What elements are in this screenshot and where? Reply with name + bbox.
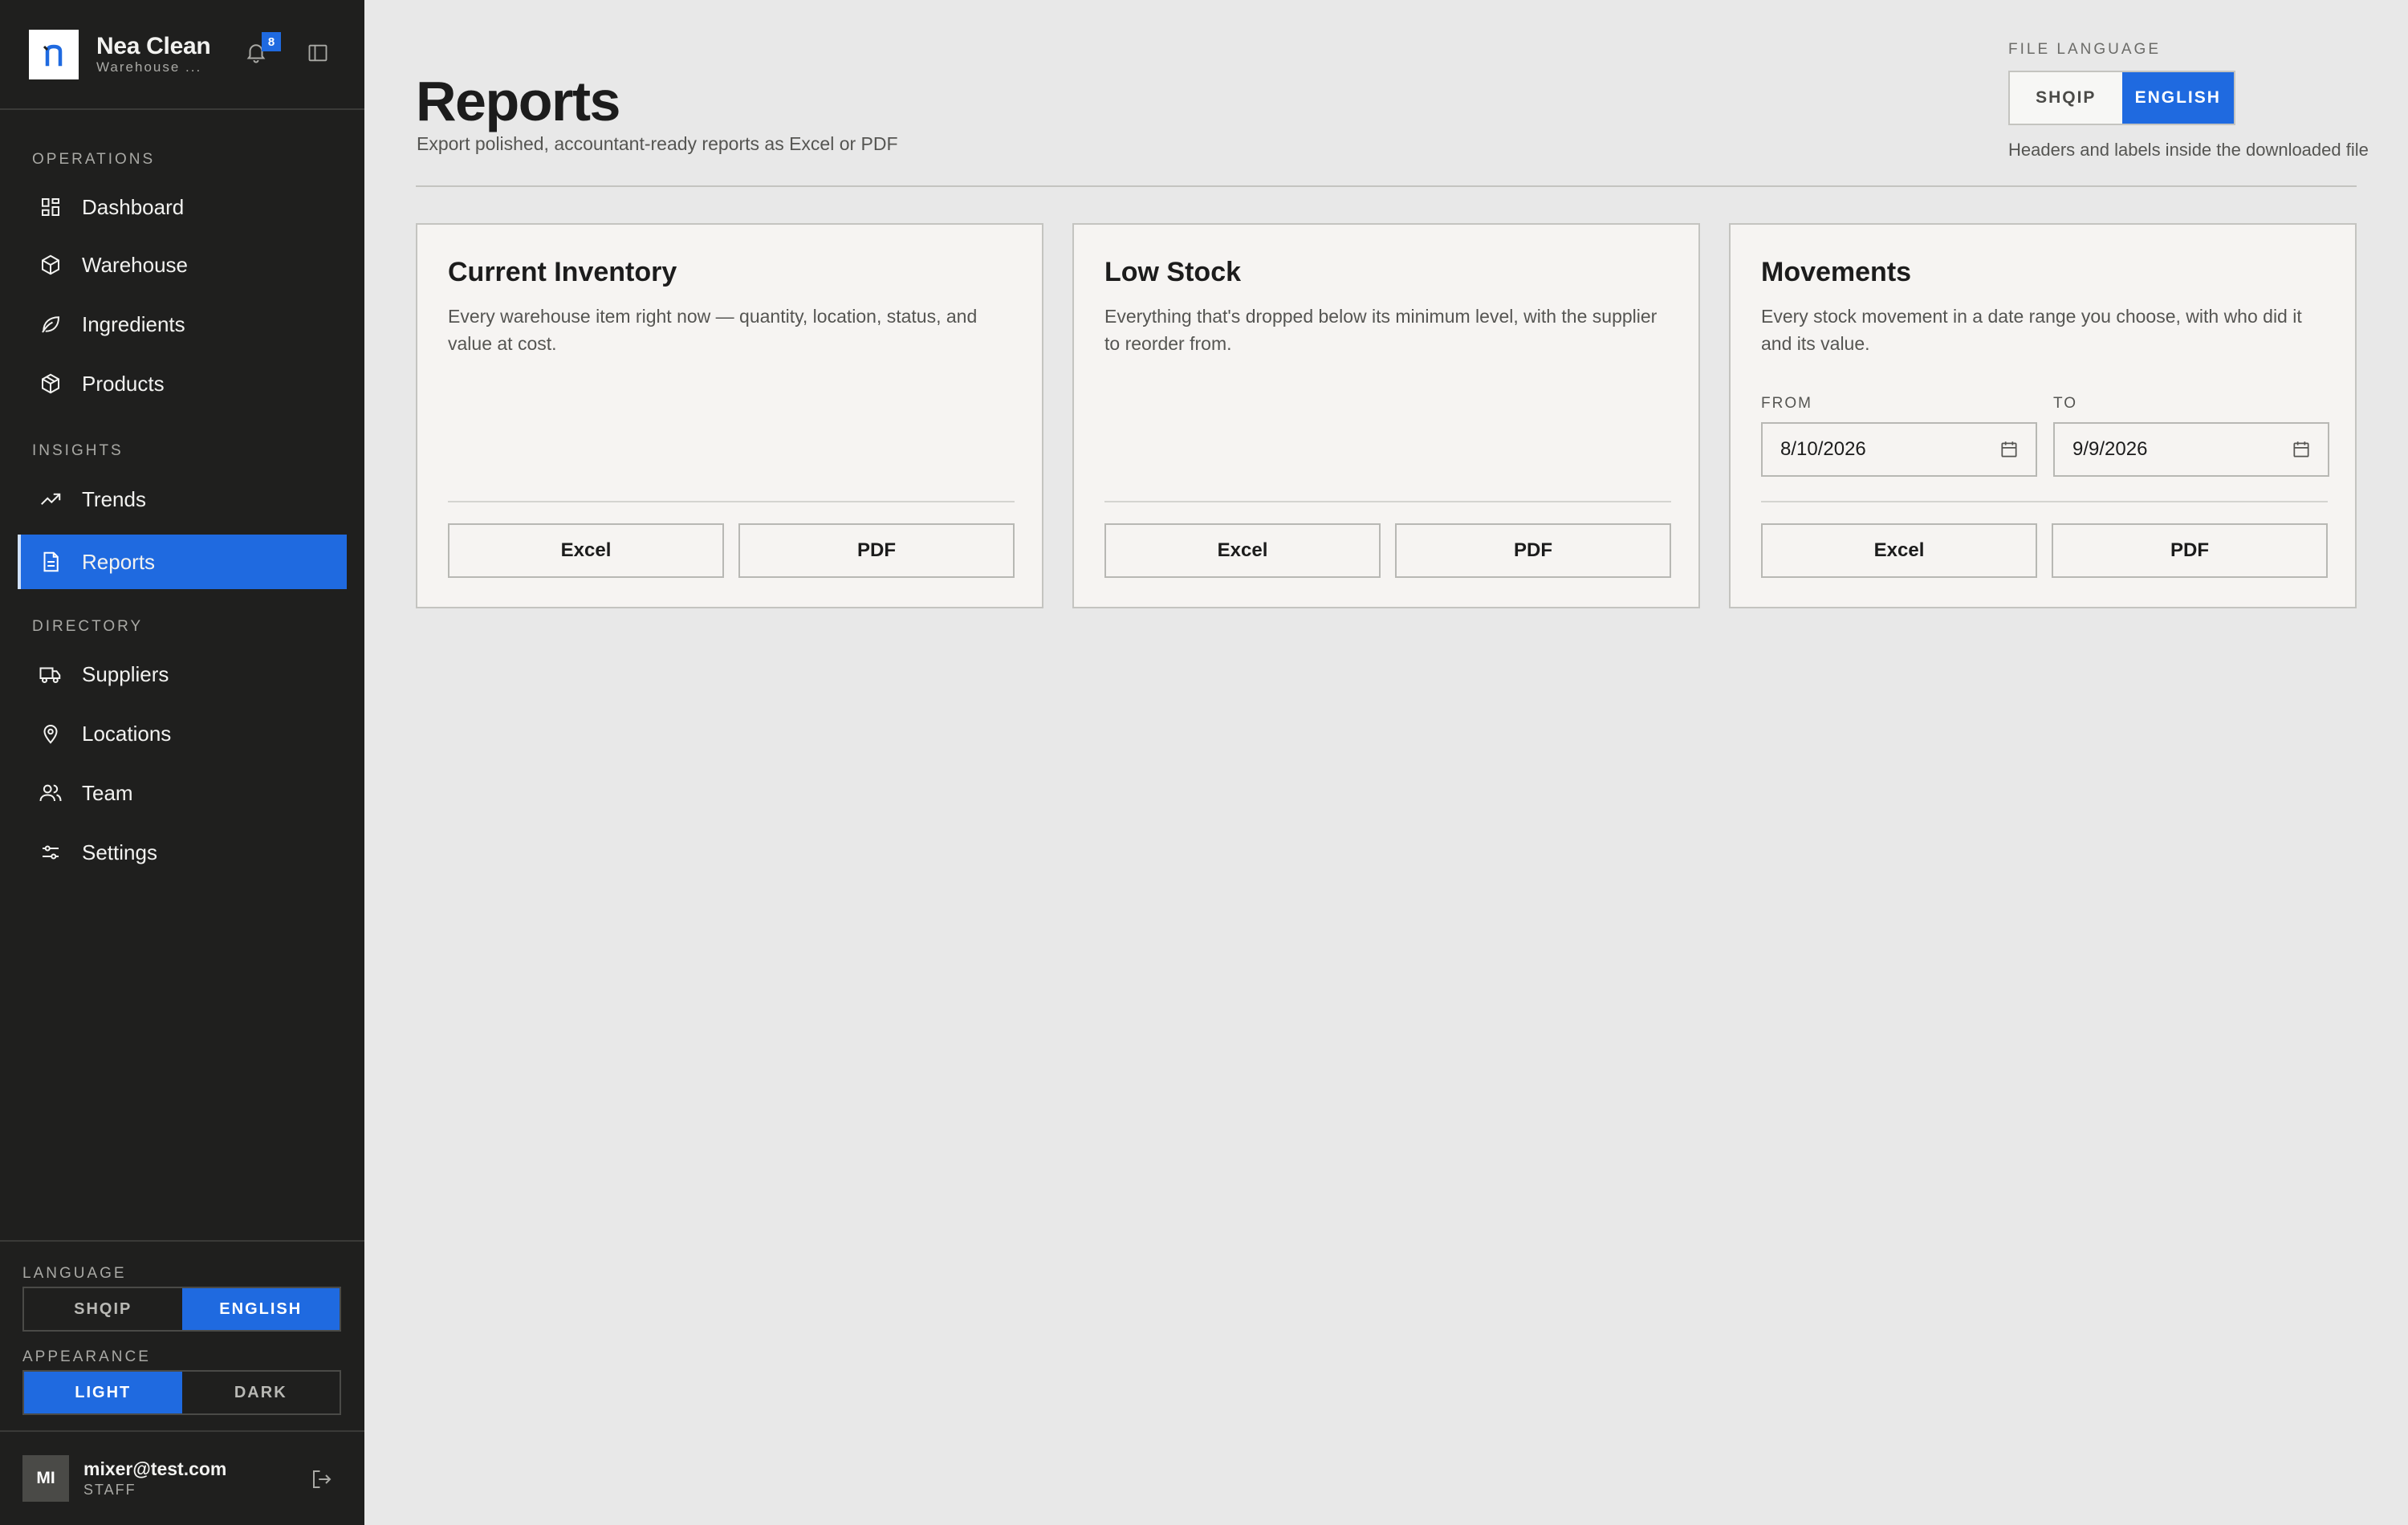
nav-section-directory: DIRECTORY	[32, 618, 144, 635]
map-pin-icon	[39, 722, 63, 746]
card-title: Movements	[1761, 257, 1912, 287]
user-profile: MI mixer@test.com STAFF	[0, 1430, 364, 1525]
truck-icon	[39, 662, 63, 686]
sidebar-item-products[interactable]: Products	[18, 356, 347, 411]
brand-header: Nea Clean Warehouse ... 8	[0, 0, 364, 110]
card-divider	[1104, 501, 1671, 502]
file-language-option-english[interactable]: ENGLISH	[2121, 72, 2234, 124]
sidebar-item-trends[interactable]: Trends	[18, 472, 347, 527]
file-language-label: FILE LANGUAGE	[2008, 41, 2161, 58]
grid-icon	[39, 195, 63, 219]
box-icon	[39, 253, 63, 277]
nav-section-operations: OPERATIONS	[32, 151, 156, 168]
sidebar-item-dashboard[interactable]: Dashboard	[18, 180, 347, 234]
sidebar-item-label: Reports	[82, 549, 156, 574]
from-date-label: FROM	[1761, 395, 1812, 412]
sidebar-panel-icon	[308, 44, 327, 62]
sidebar-item-suppliers[interactable]: Suppliers	[18, 647, 347, 702]
sidebar-item-label: Products	[82, 371, 165, 396]
brand-logo-icon	[43, 44, 63, 66]
file-language-hint: Headers and labels inside the downloaded…	[2008, 140, 2369, 160]
from-date-group: FROM 8/10/2026	[1761, 395, 2037, 477]
card-divider	[448, 501, 1015, 502]
export-excel-button[interactable]: Excel	[1761, 523, 2037, 578]
to-date-label: TO	[2053, 395, 2078, 412]
appearance-label: APPEARANCE	[22, 1348, 151, 1365]
card-description: Everything that's dropped below its mini…	[1104, 306, 1658, 354]
sidebar-item-warehouse[interactable]: Warehouse	[18, 238, 347, 292]
to-date-input[interactable]: 9/9/2026	[2053, 422, 2329, 477]
export-pdf-button[interactable]: PDF	[2052, 523, 2328, 578]
nav-section-insights: INSIGHTS	[32, 442, 124, 459]
file-language-toggle: SHQIP ENGLISH	[2008, 71, 2235, 125]
sidebar-item-team[interactable]: Team	[18, 766, 347, 820]
from-date-input[interactable]: 8/10/2026	[1761, 422, 2037, 477]
package-icon	[39, 372, 63, 396]
appearance-option-light[interactable]: LIGHT	[24, 1372, 182, 1413]
sidebar-item-label: Suppliers	[82, 661, 169, 686]
brand-name: Nea Clean	[96, 32, 211, 59]
logout-button[interactable]	[310, 1467, 336, 1493]
sidebar-preferences: LANGUAGE SHQIP ENGLISH APPEARANCE LIGHT …	[0, 1240, 364, 1415]
page-title: Reports	[416, 70, 620, 132]
card-title: Current Inventory	[448, 257, 677, 287]
sidebar-item-label: Ingredients	[82, 311, 185, 336]
card-title: Low Stock	[1104, 257, 1242, 287]
user-info: mixer@test.com STAFF	[83, 1458, 226, 1499]
sidebar-item-reports[interactable]: Reports	[18, 535, 347, 589]
card-divider	[1761, 501, 2328, 502]
report-icon	[39, 550, 63, 574]
to-date-group: TO 9/9/2026	[2053, 395, 2329, 477]
notification-badge: 8	[262, 32, 281, 51]
app-root: Nea Clean Warehouse ... 8 OPERATIONS Das…	[0, 0, 2408, 1525]
file-language-panel: FILE LANGUAGE SHQIP ENGLISH Headers and …	[2008, 40, 2369, 161]
export-pdf-button[interactable]: PDF	[1395, 523, 1671, 578]
report-card-current-inventory: Current Inventory Every warehouse item r…	[416, 223, 1043, 608]
sliders-icon	[39, 840, 63, 864]
avatar[interactable]: MI	[22, 1455, 69, 1502]
brand-subtitle: Warehouse ...	[96, 59, 202, 75]
language-option-shqip[interactable]: SHQIP	[24, 1288, 182, 1330]
brand-text: Nea Clean Warehouse ...	[96, 32, 211, 75]
language-toggle: SHQIP ENGLISH	[22, 1287, 341, 1332]
appearance-option-dark[interactable]: DARK	[182, 1372, 340, 1413]
sidebar-item-settings[interactable]: Settings	[18, 825, 347, 880]
file-language-option-shqip[interactable]: SHQIP	[2010, 72, 2122, 124]
leaf-icon	[39, 312, 63, 336]
user-email: mixer@test.com	[83, 1458, 227, 1479]
main-content: Reports Export polished, accountant-read…	[364, 0, 2408, 1525]
calendar-icon[interactable]	[2291, 439, 2312, 460]
export-excel-button[interactable]: Excel	[448, 523, 724, 578]
header-divider	[416, 185, 2357, 187]
sidebar-item-label: Warehouse	[82, 252, 188, 277]
sidebar-item-ingredients[interactable]: Ingredients	[18, 297, 347, 352]
language-option-english[interactable]: ENGLISH	[181, 1288, 340, 1330]
export-pdf-button[interactable]: PDF	[738, 523, 1015, 578]
sidebar-item-label: Locations	[82, 721, 172, 746]
users-icon	[39, 781, 63, 805]
sidebar-item-label: Trends	[82, 486, 146, 511]
calendar-icon[interactable]	[1999, 439, 2020, 460]
to-date-value: 9/9/2026	[2072, 438, 2148, 460]
appearance-toggle: LIGHT DARK	[22, 1370, 341, 1415]
user-role: STAFF	[83, 1482, 136, 1498]
page-subtitle: Export polished, accountant-ready report…	[417, 133, 898, 154]
card-description: Every stock movement in a date range you…	[1761, 306, 2302, 354]
collapse-sidebar-button[interactable]	[307, 42, 331, 66]
language-label: LANGUAGE	[22, 1265, 127, 1282]
logout-icon	[313, 1470, 332, 1488]
sidebar-item-locations[interactable]: Locations	[18, 706, 347, 761]
sidebar-item-label: Dashboard	[82, 194, 185, 219]
report-card-movements: Movements Every stock movement in a date…	[1729, 223, 2357, 608]
brand-logo[interactable]	[29, 29, 79, 79]
export-excel-button[interactable]: Excel	[1104, 523, 1381, 578]
from-date-value: 8/10/2026	[1780, 438, 1866, 460]
sidebar-item-label: Settings	[82, 840, 157, 864]
report-card-low-stock: Low Stock Everything that's dropped belo…	[1072, 223, 1700, 608]
sidebar: Nea Clean Warehouse ... 8 OPERATIONS Das…	[0, 0, 364, 1525]
trend-icon	[39, 487, 63, 511]
sidebar-item-label: Team	[82, 780, 133, 805]
card-description: Every warehouse item right now — quantit…	[448, 306, 978, 354]
